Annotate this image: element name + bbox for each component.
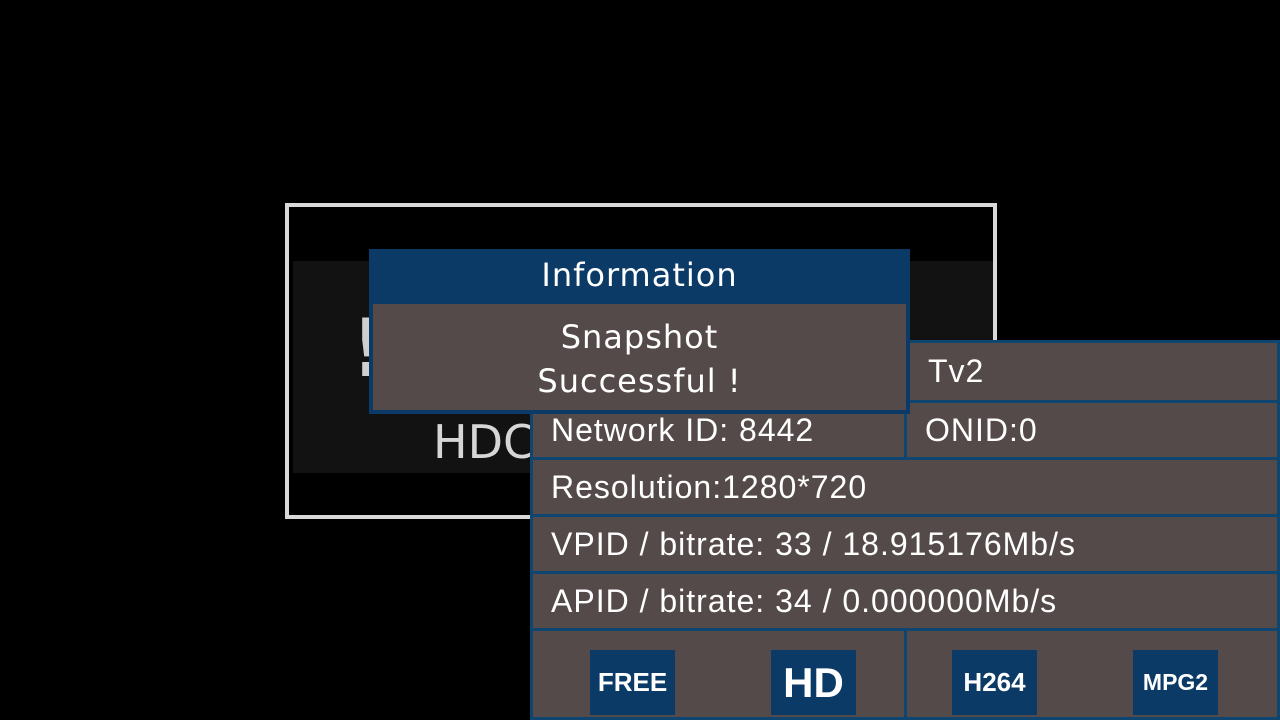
- information-dialog: Information Snapshot Successful !: [369, 249, 910, 414]
- dialog-message-line-1: Snapshot: [560, 318, 719, 356]
- mpg2-badge: MPG2: [1133, 650, 1218, 715]
- dialog-message: Snapshot Successful !: [373, 304, 906, 410]
- h264-badge: H264: [952, 650, 1037, 715]
- vpid-bitrate: VPID / bitrate: 33 / 18.915176Mb/s: [530, 514, 1280, 574]
- tv-screen: ! HDC Tv2 Network ID: 8442 ONID:0 Resolu…: [0, 0, 1280, 720]
- onid: ONID:0: [904, 400, 1280, 460]
- dialog-title: Information: [541, 256, 738, 294]
- hd-badge: HD: [771, 650, 856, 715]
- dialog-message-line-2: Successful !: [537, 362, 742, 400]
- apid-bitrate: APID / bitrate: 34 / 0.000000Mb/s: [530, 571, 1280, 631]
- channel-name: Tv2: [907, 340, 1280, 403]
- hdcp-message: HDC: [433, 415, 536, 469]
- resolution: Resolution:1280*720: [530, 457, 1280, 517]
- free-badge: FREE: [590, 650, 675, 715]
